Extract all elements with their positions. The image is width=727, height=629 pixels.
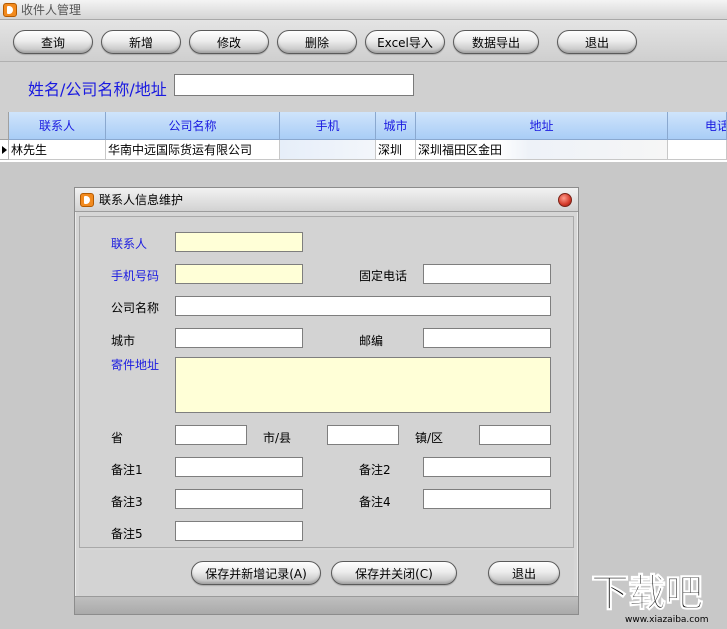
note1-field[interactable] — [175, 457, 303, 477]
cell-mobile[interactable] — [280, 140, 376, 160]
address-field[interactable] — [175, 357, 551, 413]
label-city: 城市 — [111, 334, 136, 348]
window-titlebar: 收件人管理 — [0, 0, 727, 20]
dialog-title: 联系人信息维护 — [99, 193, 184, 207]
watermark-logo-text: 下载吧 — [591, 571, 704, 616]
dialog-form: 联系人 手机号码 固定电话 公司名称 城市 邮编 寄件地址 省 市/县 镇/区 … — [79, 216, 574, 548]
query-button[interactable]: 查询 — [13, 30, 93, 54]
label-contact: 联系人 — [111, 237, 148, 251]
label-landline: 固定电话 — [359, 269, 408, 283]
export-button[interactable]: 数据导出 — [453, 30, 539, 54]
note5-field[interactable] — [175, 521, 303, 541]
delete-button[interactable]: 删除 — [277, 30, 357, 54]
watermark-url: www.xiazaiba.com — [625, 615, 709, 625]
grid-header: 联系人 公司名称 手机 城市 地址 电话 — [0, 112, 727, 140]
column-header-contact[interactable]: 联系人 — [9, 112, 106, 140]
company-field[interactable] — [175, 296, 551, 316]
label-note5: 备注5 — [111, 527, 143, 541]
app-icon — [3, 2, 17, 17]
search-label: 姓名/公司名称/地址 — [28, 80, 167, 99]
column-header-phone[interactable]: 电话 — [668, 112, 727, 140]
label-province: 省 — [111, 431, 124, 445]
excel-import-button[interactable]: Excel导入 — [365, 30, 445, 54]
edit-button[interactable]: 修改 — [189, 30, 269, 54]
contact-field[interactable] — [175, 232, 303, 252]
label-note2: 备注2 — [359, 463, 391, 477]
note3-field[interactable] — [175, 489, 303, 509]
cell-address[interactable]: 深圳福田区金田 — [416, 140, 668, 160]
column-header-address[interactable]: 地址 — [416, 112, 668, 140]
province-field[interactable] — [175, 425, 247, 445]
contact-info-dialog: 联系人信息维护 联系人 手机号码 固定电话 公司名称 城市 邮编 寄件地址 省 … — [74, 187, 579, 615]
label-note4: 备注4 — [359, 495, 391, 509]
cell-company[interactable]: 华南中远国际货运有限公司 — [106, 140, 280, 160]
window-title: 收件人管理 — [21, 3, 82, 17]
column-header-company[interactable]: 公司名称 — [106, 112, 280, 140]
toolbar: 查询 新增 修改 删除 Excel导入 数据导出 退出 — [0, 20, 727, 62]
current-row-indicator — [0, 140, 9, 160]
save-and-close-button[interactable]: 保存并关闭(C) — [331, 561, 457, 585]
add-button[interactable]: 新增 — [101, 30, 181, 54]
contacts-grid: 联系人 公司名称 手机 城市 地址 电话 林先生 华南中远国际货运有限公司 深圳… — [0, 112, 727, 162]
note2-field[interactable] — [423, 457, 551, 477]
mobile-field[interactable] — [175, 264, 303, 284]
save-and-new-button[interactable]: 保存并新增记录(A) — [191, 561, 321, 585]
landline-field[interactable] — [423, 264, 551, 284]
column-header-phone-label: 电话 — [705, 119, 727, 133]
watermark-logo: 下载吧 www.xiazaiba.com — [591, 571, 725, 627]
header-row-selector — [0, 112, 9, 140]
cell-phone[interactable] — [668, 140, 727, 160]
column-header-mobile[interactable]: 手机 — [280, 112, 376, 140]
note4-field[interactable] — [423, 489, 551, 509]
label-company: 公司名称 — [111, 301, 160, 315]
close-icon[interactable] — [558, 193, 572, 207]
cell-city[interactable]: 深圳 — [376, 140, 416, 160]
label-city-county: 市/县 — [263, 431, 292, 445]
label-town-district: 镇/区 — [415, 431, 444, 445]
dialog-titlebar: 联系人信息维护 — [75, 188, 578, 212]
label-address: 寄件地址 — [111, 358, 160, 372]
column-header-city[interactable]: 城市 — [376, 112, 416, 140]
search-input[interactable] — [174, 74, 414, 96]
cell-contact[interactable]: 林先生 — [9, 140, 106, 160]
search-row: 姓名/公司名称/地址 — [0, 62, 727, 112]
city-field[interactable] — [175, 328, 303, 348]
city-county-field[interactable] — [327, 425, 399, 445]
dialog-footer: 保存并新增记录(A) 保存并关闭(C) 退出 — [79, 550, 574, 596]
dialog-statusbar — [75, 596, 578, 614]
dialog-exit-button[interactable]: 退出 — [488, 561, 560, 585]
label-note1: 备注1 — [111, 463, 143, 477]
postcode-field[interactable] — [423, 328, 551, 348]
label-mobile: 手机号码 — [111, 269, 160, 283]
dialog-app-icon — [80, 192, 94, 207]
town-district-field[interactable] — [479, 425, 551, 445]
label-postcode: 邮编 — [359, 334, 384, 348]
exit-button[interactable]: 退出 — [557, 30, 637, 54]
label-note3: 备注3 — [111, 495, 143, 509]
